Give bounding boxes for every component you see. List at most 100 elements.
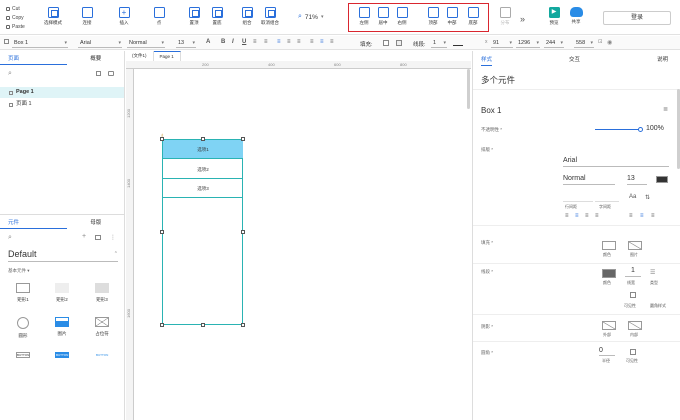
login-button[interactable]: 登录 (603, 11, 671, 25)
copy-button[interactable]: Copy (6, 15, 24, 21)
component-button[interactable]: BUTTON (6, 352, 40, 362)
opacity-slider-thumb[interactable] (638, 127, 643, 132)
resize-handle[interactable] (241, 230, 245, 234)
valign-middle-icon[interactable]: ≡ (320, 39, 324, 45)
text-justify-icon[interactable]: ≡ (297, 39, 301, 45)
width-input[interactable]: 244 (544, 38, 564, 48)
element-name-field[interactable]: Box 1 (481, 106, 501, 115)
valign-middle-icon[interactable]: ≡ (640, 213, 644, 219)
zoom-select[interactable]: ⌕ 71% ▾ (298, 13, 323, 21)
align-left-icon[interactable]: ≡ (565, 213, 569, 219)
connect-button[interactable]: 连接 (74, 7, 100, 26)
corner-visibility-checkbox[interactable] (630, 349, 636, 355)
category-header[interactable]: 基本元件 ▾ (8, 268, 30, 274)
resize-handle[interactable] (160, 137, 164, 141)
height-input[interactable]: 558 (574, 38, 594, 48)
font-weight-select[interactable]: Normal (127, 38, 165, 48)
opacity-slider-track[interactable] (595, 129, 641, 131)
distribute-button[interactable]: 分布 (492, 7, 518, 26)
point-button[interactable]: 点 (146, 7, 172, 26)
bold-icon[interactable]: B (221, 39, 225, 45)
y-input[interactable]: 1296 (516, 38, 540, 48)
resize-handle[interactable] (201, 323, 205, 327)
component-box1[interactable]: 矩形1 (6, 283, 40, 303)
line-spacing-input[interactable] (563, 193, 593, 202)
align-right-icon[interactable]: ≡ (585, 213, 589, 219)
font-family-select[interactable]: Arial (78, 38, 122, 48)
visibility-checkbox[interactable] (630, 292, 636, 298)
resize-handle[interactable] (241, 137, 245, 141)
library-select[interactable]: Default ⌃ (8, 249, 118, 262)
opacity-value[interactable]: 100% (646, 125, 664, 132)
tab-components[interactable]: 元件 (0, 218, 67, 229)
component-box2[interactable]: 矩形2 (45, 283, 79, 303)
font-size-input[interactable]: 13 (627, 175, 647, 185)
tab-pages[interactable]: 页面 (0, 54, 67, 65)
box-option3[interactable]: 选项3 (163, 179, 243, 198)
border-color-button[interactable] (602, 269, 616, 278)
component-box3[interactable]: 矩形3 (85, 283, 119, 303)
more-icon[interactable]: ⋮ (110, 234, 116, 241)
selected-group[interactable]: 选项1 选项2 选项3 (162, 139, 243, 325)
font-color-icon[interactable]: A (206, 39, 210, 45)
resize-handle[interactable] (201, 137, 205, 141)
resize-handle[interactable] (160, 230, 164, 234)
component-primary-button[interactable]: BUTTON (45, 352, 79, 362)
list-icon[interactable]: ≡ (253, 39, 257, 45)
component-placeholder[interactable]: 占位符 (85, 317, 119, 337)
tab-notes[interactable]: 说明 (657, 55, 668, 65)
fill-color-swatch[interactable] (383, 39, 389, 46)
select-mode-button[interactable]: 选择模式 (40, 7, 66, 26)
send-back-button[interactable]: 置底 (204, 7, 230, 26)
ungroup-button[interactable]: 取消组合 (257, 7, 283, 26)
resize-handle[interactable] (241, 323, 245, 327)
tab-file[interactable]: (文件1) (126, 51, 154, 61)
box-option2[interactable]: 选项2 (163, 160, 243, 179)
tab-page1[interactable]: Page 1 (153, 51, 181, 61)
outer-shadow-button[interactable] (602, 321, 616, 330)
align-center-icon[interactable]: ≡ (575, 213, 579, 219)
box-option1[interactable]: 选项1 (163, 140, 243, 159)
component-image[interactable]: 图片 (45, 317, 79, 337)
add-page-icon[interactable] (96, 71, 101, 76)
text-align-right-icon[interactable]: ≡ (287, 39, 291, 45)
add-library-icon[interactable]: + (82, 233, 86, 240)
italic-icon[interactable]: I (232, 39, 234, 45)
text-align-left-icon[interactable]: ≡ (264, 39, 268, 45)
underline-icon[interactable]: U (242, 39, 246, 45)
x-input[interactable]: 91 (491, 38, 513, 48)
text-align-center-icon[interactable]: ≡ (277, 39, 281, 45)
font-weight-select[interactable]: Normal (563, 175, 615, 185)
inner-shadow-button[interactable] (628, 321, 642, 330)
page-item-page-1-cn[interactable]: 页面 1 (0, 99, 124, 110)
page-item-page1[interactable]: Page 1 (0, 87, 124, 98)
lock-ratio-icon[interactable]: ⊡ (598, 39, 603, 45)
valign-bottom-icon[interactable]: ≡ (651, 213, 655, 219)
search-icon[interactable]: ⌕ (8, 70, 12, 78)
border-type-icon[interactable]: ☰ (650, 269, 655, 276)
border-width-input[interactable]: 1 (625, 267, 641, 277)
text-case-icon[interactable]: Aa (629, 194, 636, 200)
valign-bottom-icon[interactable]: ≡ (330, 39, 334, 45)
fill-color-button[interactable] (602, 241, 616, 250)
align-bottom-button[interactable]: 底部 (460, 7, 486, 26)
eye-icon[interactable]: ◉ (607, 39, 612, 46)
component-link-button[interactable]: BUTTON (85, 352, 119, 362)
align-justify-icon[interactable]: ≡ (595, 213, 599, 219)
fill-image-button[interactable] (628, 241, 642, 250)
line-style-icon[interactable] (453, 40, 463, 46)
tab-interactions[interactable]: 交互 (569, 55, 580, 65)
font-family-select[interactable]: Arial (563, 157, 669, 167)
more-chevrons-icon[interactable]: » (520, 14, 525, 24)
font-color-swatch[interactable] (656, 176, 668, 183)
paste-button[interactable]: Paste (6, 24, 25, 30)
canvas-scrollbar[interactable] (467, 69, 470, 109)
cut-button[interactable]: Cut (6, 6, 20, 12)
resize-handle[interactable] (160, 323, 164, 327)
tab-style[interactable]: 样式 (481, 55, 493, 66)
align-right-button[interactable]: 右侧 (389, 7, 415, 26)
element-name-select[interactable]: Box 1 (12, 38, 68, 48)
add-folder-icon[interactable] (108, 71, 114, 76)
text-direction-icon[interactable]: ⇅ (645, 194, 650, 201)
share-button[interactable]: 共享 (563, 7, 589, 25)
